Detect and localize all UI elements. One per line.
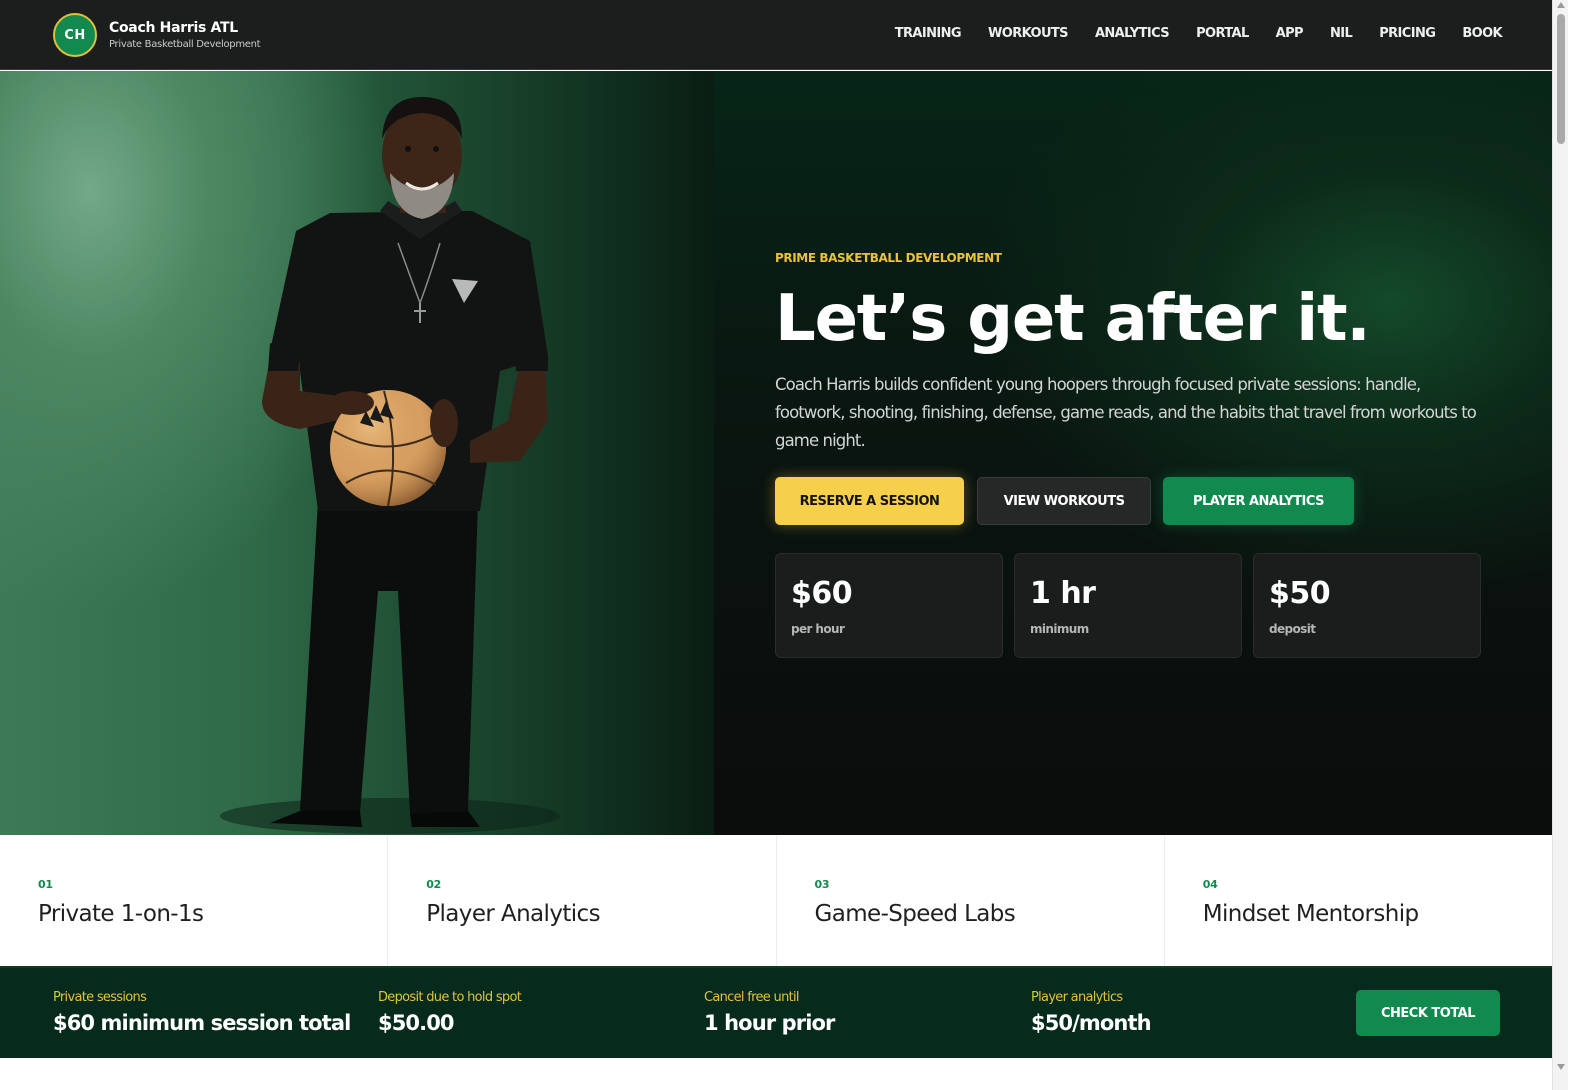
stat-label: minimum [1030,622,1089,636]
nav-app[interactable]: APP [1276,24,1304,44]
info-private-sessions: Private sessions $60 minimum session tot… [53,990,351,1038]
nav-analytics[interactable]: ANALYTICS [1095,24,1170,44]
info-value: $50.00 [378,1011,455,1035]
vertical-scrollbar[interactable] [1552,0,1568,1090]
site-header: CH Coach Harris ATL Private Basketball D… [0,0,1568,70]
stat-value: $50 [1269,576,1331,611]
hero-section: PRIME BASKETBALL DEVELOPMENT Let’s get a… [0,71,1552,835]
brand-name: Coach Harris ATL [109,19,238,36]
stat-label: per hour [791,622,845,636]
pricing-info-bar: Private sessions $60 minimum session tot… [0,966,1552,1058]
service-number: 03 [814,878,830,891]
service-number: 04 [1202,878,1218,891]
service-card-analytics[interactable]: 02 Player Analytics [388,835,777,966]
service-title: Mindset Mentorship [1202,901,1419,927]
info-key: Deposit due to hold spot [378,990,522,1005]
nav-pricing[interactable]: PRICING [1379,24,1436,44]
service-number: 02 [426,878,441,891]
info-key: Player analytics [1031,990,1123,1005]
check-total-button[interactable]: CHECK TOTAL [1356,990,1500,1036]
stat-card-deposit: $50 deposit [1253,553,1481,658]
brand-badge: CH [53,13,97,57]
stat-value: 1 hr [1030,576,1096,611]
coach-photo [0,71,714,835]
brand-text: Coach Harris ATL Private Basketball Deve… [109,19,261,52]
coach-portrait-illustration [220,97,560,834]
nav-workouts[interactable]: WORKOUTS [988,24,1069,44]
stat-card-minimum: 1 hr minimum [1014,553,1242,658]
hero-description: Coach Harris builds confident young hoop… [775,375,1477,450]
info-value: 1 hour prior [704,1011,835,1035]
service-title: Private 1-on-1s [38,901,204,927]
services-strip: 01 Private 1-on-1s 02 Player Analytics 0… [0,835,1552,966]
info-value: $60 minimum session total [53,1011,351,1035]
info-key: Cancel free until [704,990,800,1005]
stat-label: deposit [1269,622,1316,636]
page: CH Coach Harris ATL Private Basketball D… [0,0,1585,1090]
info-deposit: Deposit due to hold spot $50.00 [378,990,522,1038]
service-title: Game-Speed Labs [814,901,1016,927]
nav-nil[interactable]: NIL [1330,24,1353,44]
main-nav: TRAINING WORKOUTS ANALYTICS PORTAL APP N… [895,24,1503,44]
nav-portal[interactable]: PORTAL [1196,24,1249,44]
service-card-labs[interactable]: 03 Game-Speed Labs [777,835,1165,966]
service-card-mentorship[interactable]: 04 Mindset Mentorship [1165,835,1552,966]
nav-training[interactable]: TRAINING [895,24,962,44]
view-workouts-button[interactable]: VIEW WORKOUTS [977,477,1151,525]
page-continuation [0,1058,1552,1090]
service-number: 01 [38,878,53,891]
hero-headline: Let’s get after it. [775,282,1371,356]
nav-book[interactable]: BOOK [1462,24,1502,44]
stat-value: $60 [791,576,853,611]
info-key: Private sessions [53,990,147,1005]
brand-tagline: Private Basketball Development [109,38,261,50]
service-card-private[interactable]: 01 Private 1-on-1s [0,835,389,966]
brand-logo-link[interactable]: CH Coach Harris ATL Private Basketball D… [53,13,261,57]
player-analytics-button[interactable]: PLAYER ANALYTICS [1163,477,1354,525]
reserve-session-button[interactable]: RESERVE A SESSION [775,477,964,525]
stat-card-rate: $60 per hour [775,553,1003,658]
info-cancellation: Cancel free until 1 hour prior [704,990,835,1038]
info-value: $50/month [1031,1011,1152,1035]
info-player-analytics: Player analytics $50/month [1031,990,1152,1038]
scrollbar-thumb[interactable] [1557,14,1565,144]
service-title: Player Analytics [426,901,600,927]
scroll-up-arrow-icon[interactable] [1557,2,1565,8]
scroll-down-arrow-icon[interactable] [1557,1064,1565,1070]
hero-eyebrow: PRIME BASKETBALL DEVELOPMENT [775,251,1002,265]
